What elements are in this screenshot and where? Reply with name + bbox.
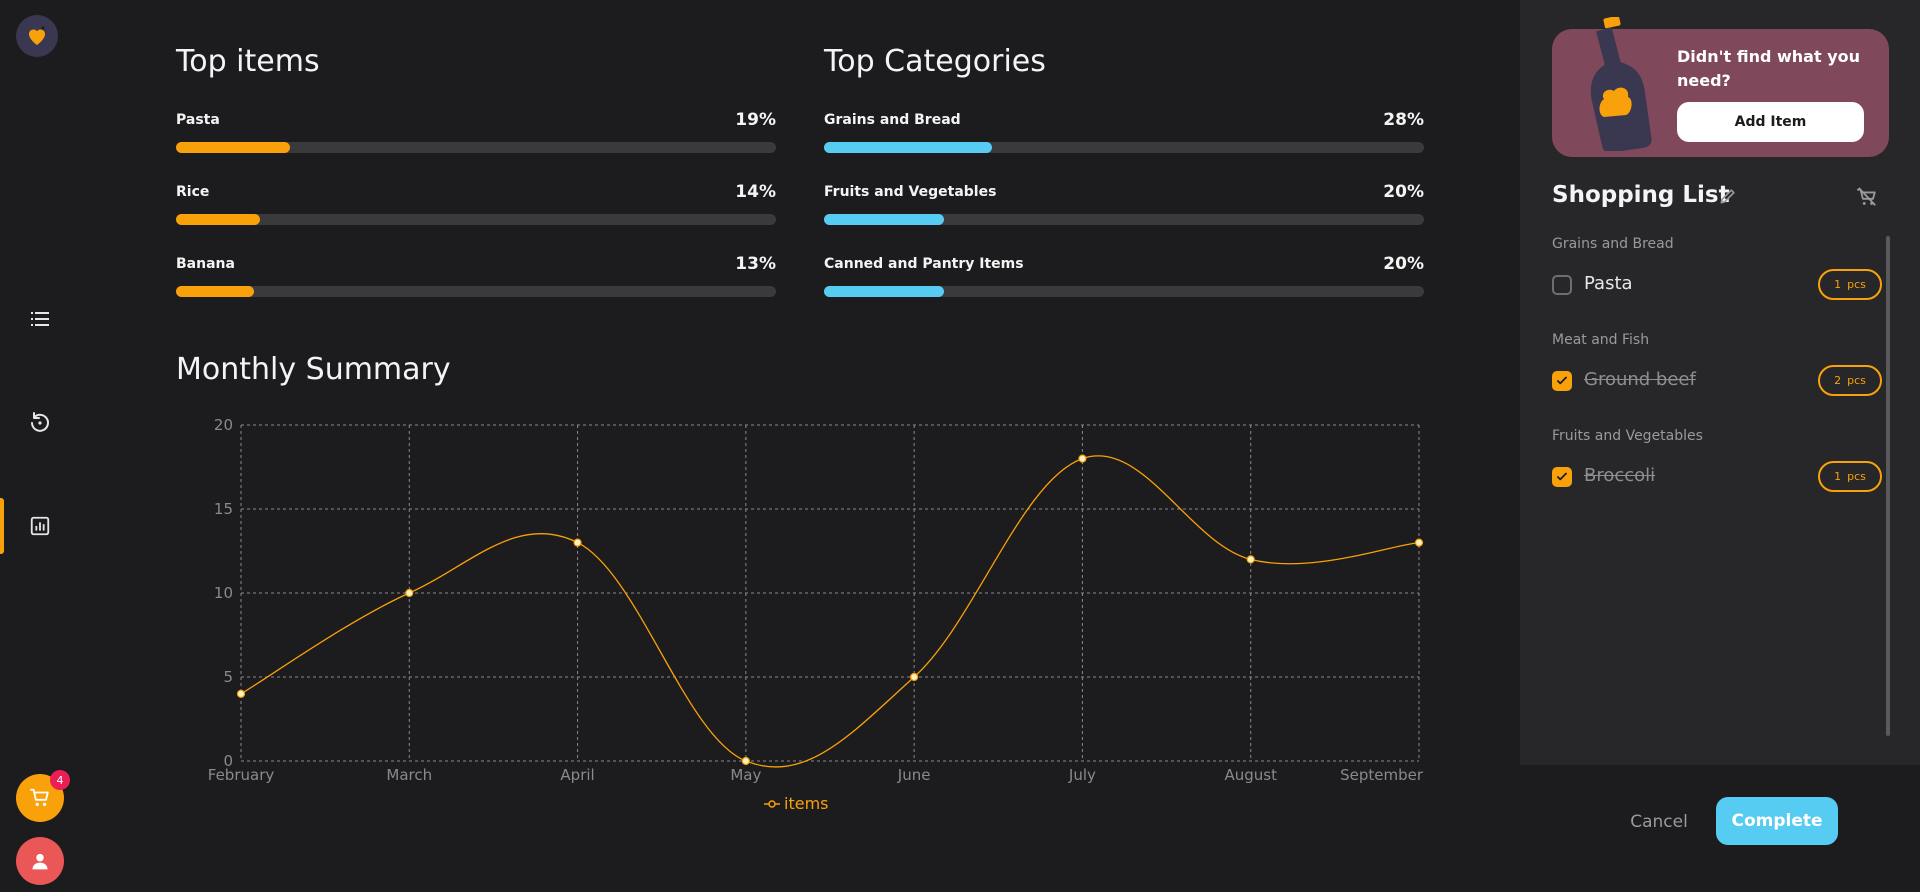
list-item: Broccoli 1 pcs	[1552, 458, 1882, 494]
category-label: Meat and Fish	[1552, 332, 1650, 348]
item-unit: pcs	[1847, 278, 1866, 291]
item-checkbox[interactable]	[1552, 275, 1572, 295]
x-tick-label: June	[897, 766, 931, 784]
item-checkbox[interactable]	[1552, 371, 1572, 391]
quantity-button[interactable]: 2 pcs	[1818, 365, 1882, 396]
check-icon	[1557, 376, 1567, 385]
bottle-icon	[1590, 17, 1652, 151]
monthly-summary-chart: 05101520February March April May June July Aug…	[208, 416, 1424, 784]
item-name: Pasta	[1584, 273, 1633, 294]
list-item: Pasta 1 pcs	[1552, 266, 1882, 302]
category-label: Fruits and Vegetables	[1552, 428, 1703, 444]
item-name: Broccoli	[1584, 465, 1656, 486]
y-tick-label: 5	[223, 668, 233, 686]
x-tick-label: September	[1340, 766, 1424, 784]
shopping-list-name: Shopping List	[1552, 182, 1730, 208]
x-tick-label: July	[1068, 766, 1096, 784]
series-line-items	[240, 455, 1420, 768]
data-point	[236, 689, 246, 698]
x-tick-label: April	[560, 766, 594, 784]
data-point	[573, 538, 582, 547]
data-point	[1078, 454, 1087, 463]
data-point	[1414, 538, 1424, 547]
remove-cart-icon[interactable]	[1856, 186, 1878, 208]
x-tick-label: March	[386, 766, 432, 784]
item-checkbox[interactable]	[1552, 467, 1572, 487]
cancel-button[interactable]: Cancel	[1624, 800, 1694, 844]
item-quantity: 1	[1834, 278, 1842, 291]
x-tick-label: May	[730, 766, 761, 784]
x-tick-label: February	[208, 766, 275, 784]
complete-button[interactable]: Complete	[1716, 797, 1838, 845]
data-point	[1246, 555, 1255, 564]
legend-line-icon	[764, 799, 780, 808]
item-name: Ground beef	[1584, 369, 1696, 390]
shopping-list-panel: Didn't find what you need? Add Item Shop…	[1520, 0, 1920, 765]
list-item: Ground beef 2 pcs	[1552, 362, 1882, 398]
quantity-button[interactable]: 1 pcs	[1818, 269, 1882, 300]
x-tick-label: August	[1224, 766, 1277, 784]
add-item-promo: Didn't find what you need? Add Item	[1552, 17, 1889, 157]
scrollbar[interactable]	[1886, 236, 1890, 736]
category-label: Grains and Bread	[1552, 236, 1674, 252]
item-unit: pcs	[1847, 470, 1866, 483]
y-tick-label: 10	[214, 584, 233, 602]
item-quantity: 2	[1834, 374, 1842, 387]
data-point	[741, 756, 750, 766]
y-tick-label: 15	[214, 500, 233, 518]
item-quantity: 1	[1834, 470, 1842, 483]
legend-label: items	[784, 794, 829, 813]
add-item-button[interactable]: Add Item	[1677, 102, 1864, 142]
promo-text: Didn't find what you need?	[1677, 47, 1860, 90]
chart-legend[interactable]: items	[764, 794, 828, 813]
check-icon	[1557, 472, 1567, 481]
data-point	[405, 588, 414, 598]
quantity-button[interactable]: 1 pcs	[1818, 461, 1882, 492]
y-tick-label: 20	[214, 416, 233, 434]
item-unit: pcs	[1847, 374, 1866, 387]
shopping-list-title: Shopping List	[1552, 182, 1730, 208]
edit-icon[interactable]	[1718, 186, 1738, 206]
data-point	[910, 672, 919, 682]
